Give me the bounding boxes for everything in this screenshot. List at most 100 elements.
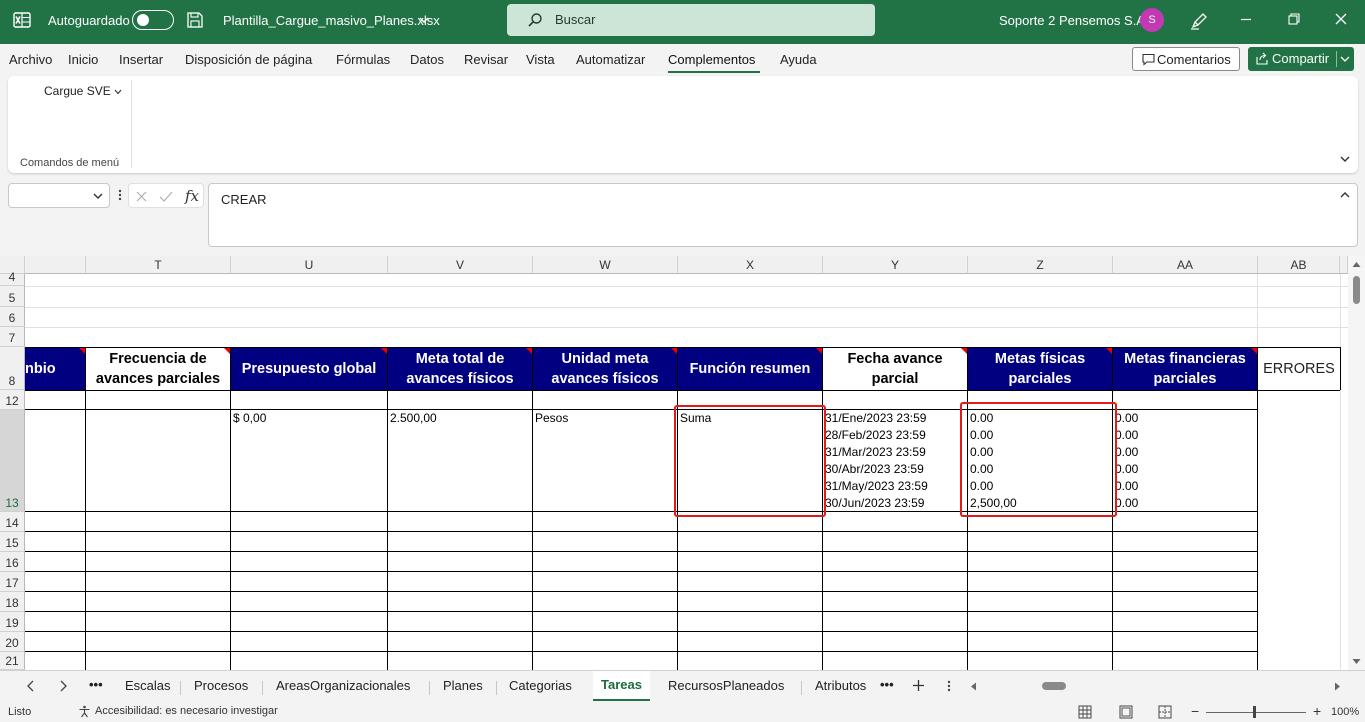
cell-u13[interactable]: $ 0,00 — [233, 410, 266, 427]
row-header[interactable]: 20 — [0, 632, 25, 652]
formula-input[interactable]: CREAR — [208, 183, 1358, 247]
header-cell-t[interactable]: Frecuencia de avances parciales — [86, 348, 230, 390]
save-icon[interactable] — [186, 11, 204, 29]
zoom-slider-thumb[interactable] — [1253, 706, 1256, 718]
spreadsheet-grid[interactable]: T U V W X Y Z AA AB 4 5 6 7 8 12 13 14 1… — [0, 256, 1365, 670]
menu-complementos[interactable]: Complementos — [668, 52, 755, 67]
header-cell-ab[interactable]: ERRORES — [1258, 348, 1340, 390]
restore-icon[interactable] — [1286, 11, 1302, 27]
row-header[interactable]: 16 — [0, 552, 25, 572]
header-cell-y[interactable]: Fecha avance parcial — [823, 348, 967, 390]
more-vertical-icon[interactable] — [946, 679, 952, 693]
row-header[interactable]: 21 — [0, 652, 25, 670]
enter-check-icon[interactable] — [159, 190, 173, 203]
cell-y13-line[interactable]: 31/Ene/2023 23:59 — [825, 410, 926, 427]
sheet-tab-tareas[interactable]: Tareas — [593, 671, 650, 701]
menu-disposicion[interactable]: Disposición de página — [185, 52, 312, 67]
row-header[interactable]: 12 — [0, 390, 25, 410]
row-header[interactable]: 15 — [0, 532, 25, 552]
sheet-tab-atributos[interactable]: Atributos — [815, 678, 866, 693]
column-header-ab[interactable]: AB — [1258, 256, 1340, 274]
cell-y13-line[interactable]: 28/Feb/2023 23:59 — [825, 427, 926, 444]
close-icon[interactable] — [1333, 11, 1349, 27]
share-button[interactable]: Compartir — [1248, 47, 1354, 71]
chevron-left-icon[interactable] — [26, 680, 36, 692]
menu-insertar[interactable]: Insertar — [119, 52, 163, 67]
scroll-right-icon[interactable] — [1334, 682, 1341, 691]
cell-aa13-line[interactable]: 0.00 — [1115, 427, 1138, 444]
cell-y13-line[interactable]: 30/Jun/2023 23:59 — [825, 495, 924, 512]
minimize-icon[interactable] — [1238, 11, 1254, 27]
vertical-scroll-thumb[interactable] — [1353, 276, 1360, 304]
cell-aa13-line[interactable]: 0.00 — [1115, 461, 1138, 478]
accessibility-status[interactable]: Accesibilidad: es necesario investigar — [78, 705, 278, 718]
menu-archivo[interactable]: Archivo — [9, 52, 52, 67]
menu-automatizar[interactable]: Automatizar — [576, 52, 645, 67]
cancel-icon[interactable] — [135, 190, 148, 203]
horizontal-scrollbar[interactable] — [970, 679, 1348, 693]
avatar[interactable]: S — [1140, 8, 1164, 32]
normal-view-icon[interactable] — [1078, 705, 1092, 719]
vertical-scrollbar[interactable] — [1348, 256, 1365, 670]
header-cell-s[interactable]: nbio — [25, 348, 85, 390]
cell-aa13-line[interactable]: 0.00 — [1115, 444, 1138, 461]
scroll-up-icon[interactable] — [1352, 261, 1361, 268]
cell-aa13-line[interactable]: 0.00 — [1115, 410, 1138, 427]
column-header-t[interactable]: T — [86, 256, 231, 274]
cargue-sve-button[interactable]: Cargue SVE — [44, 84, 122, 98]
cell-y13-line[interactable]: 31/Mar/2023 23:59 — [825, 444, 926, 461]
header-cell-z[interactable]: Metas físicas parciales — [968, 348, 1112, 390]
sheet-tab-areas[interactable]: AreasOrganizacionales — [276, 678, 410, 693]
chevron-up-icon[interactable] — [1339, 190, 1351, 200]
menu-ayuda[interactable]: Ayuda — [780, 52, 817, 67]
row-header[interactable]: 18 — [0, 592, 25, 612]
page-break-icon[interactable] — [1158, 705, 1172, 719]
cell-w13[interactable]: Pesos — [535, 410, 568, 427]
row-header[interactable]: 6 — [0, 307, 25, 327]
column-header-ac[interactable] — [1340, 256, 1348, 274]
row-header[interactable]: 17 — [0, 572, 25, 592]
column-header-x[interactable]: X — [678, 256, 823, 274]
cell-aa13-line[interactable]: 0.00 — [1115, 478, 1138, 495]
header-cell-x[interactable]: Función resumen — [678, 348, 822, 390]
cell-y13-line[interactable]: 30/Abr/2023 23:59 — [825, 461, 924, 478]
more-vertical-icon[interactable] — [117, 187, 123, 203]
column-header-u[interactable]: U — [231, 256, 388, 274]
row-header-selected[interactable]: 13 — [0, 410, 25, 512]
column-header-w[interactable]: W — [533, 256, 678, 274]
row-header[interactable]: 4 — [0, 270, 25, 286]
chevron-down-icon[interactable] — [1340, 55, 1350, 63]
column-header-y[interactable]: Y — [823, 256, 968, 274]
zoom-level[interactable]: 100% — [1331, 706, 1359, 718]
row-header[interactable]: 7 — [0, 327, 25, 347]
chevron-right-icon[interactable] — [58, 680, 68, 692]
cell-v13[interactable]: 2.500,00 — [390, 410, 437, 427]
sheet-tab-procesos[interactable]: Procesos — [194, 678, 248, 693]
menu-vista[interactable]: Vista — [526, 52, 555, 67]
header-cell-u[interactable]: Presupuesto global — [231, 348, 387, 390]
menu-revisar[interactable]: Revisar — [464, 52, 508, 67]
search-box[interactable]: Buscar — [507, 4, 875, 36]
scroll-left-icon[interactable] — [970, 682, 977, 691]
row-header[interactable]: 19 — [0, 612, 25, 632]
zoom-out-icon[interactable]: − — [1191, 703, 1199, 719]
chevron-down-icon[interactable] — [418, 14, 430, 26]
header-cell-w[interactable]: Unidad meta avances físicos — [533, 348, 677, 390]
chevron-down-icon[interactable] — [1339, 154, 1351, 164]
pen-icon[interactable] — [1189, 11, 1209, 31]
row-header[interactable]: 14 — [0, 512, 25, 532]
cell-aa13-line[interactable]: 0.00 — [1115, 495, 1138, 512]
column-header-z[interactable]: Z — [968, 256, 1113, 274]
sheet-tab-categorias[interactable]: Categorias — [509, 678, 572, 693]
sheet-tab-recursos[interactable]: RecursosPlaneados — [668, 678, 784, 693]
header-cell-v[interactable]: Meta total de avances físicos — [388, 348, 532, 390]
menu-formulas[interactable]: Fórmulas — [336, 52, 390, 67]
page-layout-icon[interactable] — [1119, 705, 1133, 719]
more-sheets-left-icon[interactable]: ••• — [89, 677, 103, 692]
header-cell-aa[interactable]: Metas financieras parciales — [1113, 348, 1257, 390]
comments-button[interactable]: Comentarios — [1132, 47, 1240, 71]
user-name[interactable]: Soporte 2 Pensemos S.A. — [999, 13, 1149, 28]
column-header-v[interactable]: V — [388, 256, 533, 274]
column-header-s[interactable] — [25, 256, 86, 274]
cell-y13-line[interactable]: 31/May/2023 23:59 — [825, 478, 928, 495]
